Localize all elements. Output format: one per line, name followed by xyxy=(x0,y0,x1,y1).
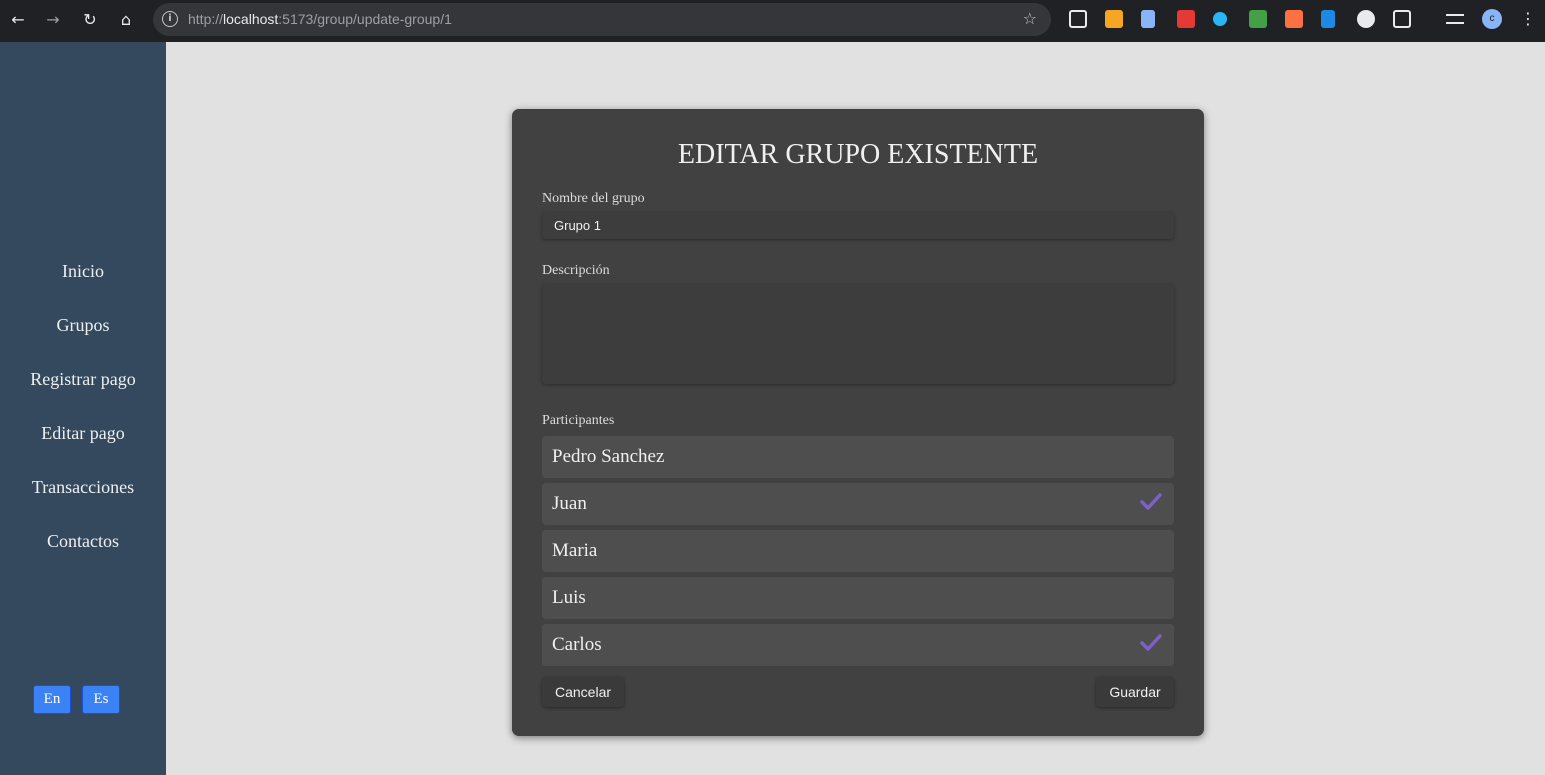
description-textarea[interactable] xyxy=(542,284,1174,384)
participant-item[interactable]: Luis xyxy=(542,577,1174,619)
group-name-label: Nombre del grupo xyxy=(542,191,645,206)
check-icon xyxy=(1140,493,1162,510)
sidebar-item-contactos[interactable]: Contactos xyxy=(0,531,166,552)
extension-icon[interactable] xyxy=(1105,10,1123,28)
url-text[interactable]: http://localhost:5173/group/update-group… xyxy=(188,11,452,27)
participant-name: Luis xyxy=(552,587,586,608)
participant-name: Pedro Sanchez xyxy=(552,446,665,467)
site-info-icon[interactable]: i xyxy=(162,11,178,27)
browser-toolbar: ← → ↻ ⌂ i http://localhost:5173/group/up… xyxy=(0,0,1545,42)
edit-group-card: EDITAR GRUPO EXISTENTE Nombre del grupo … xyxy=(512,109,1204,736)
sidebar-item-editar-pago[interactable]: Editar pago xyxy=(0,423,166,444)
extension-icon[interactable] xyxy=(1177,10,1195,28)
menu-kebab-icon[interactable]: ⋮ xyxy=(1520,9,1536,28)
reload-icon[interactable]: ↻ xyxy=(78,8,102,32)
sidebar-item-registrar-pago[interactable]: Registrar pago xyxy=(0,369,166,390)
sidebar-item-inicio[interactable]: Inicio xyxy=(0,261,166,282)
extension-icon[interactable] xyxy=(1285,10,1303,28)
participant-item[interactable]: Pedro Sanchez xyxy=(542,436,1174,478)
back-icon[interactable]: ← xyxy=(6,8,30,32)
participants-label: Participantes xyxy=(542,413,615,428)
page-title: EDITAR GRUPO EXISTENTE xyxy=(677,139,1039,170)
save-button[interactable]: Guardar xyxy=(1096,677,1174,707)
extension-icon[interactable] xyxy=(1213,12,1227,26)
participant-name: Maria xyxy=(552,540,598,561)
sidebar-item-transacciones[interactable]: Transacciones xyxy=(0,477,166,498)
profile-avatar[interactable]: c xyxy=(1482,9,1502,29)
participant-name: Carlos xyxy=(552,634,602,655)
extensions-puzzle-icon[interactable] xyxy=(1393,10,1411,28)
lang-en-button[interactable]: En xyxy=(33,685,71,714)
participant-item[interactable]: Juan xyxy=(542,483,1174,525)
tab-search-icon[interactable] xyxy=(1069,10,1087,28)
sidebar-item-grupos[interactable]: Grupos xyxy=(0,315,166,336)
address-bar[interactable]: i http://localhost:5173/group/update-gro… xyxy=(153,3,1051,36)
description-label: Descripción xyxy=(542,263,610,278)
participant-item[interactable]: Carlos xyxy=(542,624,1174,666)
cancel-button[interactable]: Cancelar xyxy=(542,677,624,707)
extension-icon[interactable] xyxy=(1357,10,1375,28)
participant-item[interactable]: Maria xyxy=(542,530,1174,572)
group-name-input[interactable]: Grupo 1 xyxy=(542,212,1174,239)
check-icon xyxy=(1140,634,1162,651)
participant-name: Juan xyxy=(552,493,587,514)
bookmark-star-icon[interactable]: ☆ xyxy=(1023,9,1037,28)
extension-icon[interactable] xyxy=(1141,10,1155,28)
lang-es-button[interactable]: Es xyxy=(82,685,120,714)
extension-icon[interactable] xyxy=(1321,10,1335,28)
home-icon[interactable]: ⌂ xyxy=(114,8,138,32)
extension-icon[interactable] xyxy=(1249,10,1267,28)
sidebar: Inicio Grupos Registrar pago Editar pago… xyxy=(0,42,166,775)
forward-icon[interactable]: → xyxy=(41,8,65,32)
media-control-icon[interactable] xyxy=(1446,14,1464,24)
